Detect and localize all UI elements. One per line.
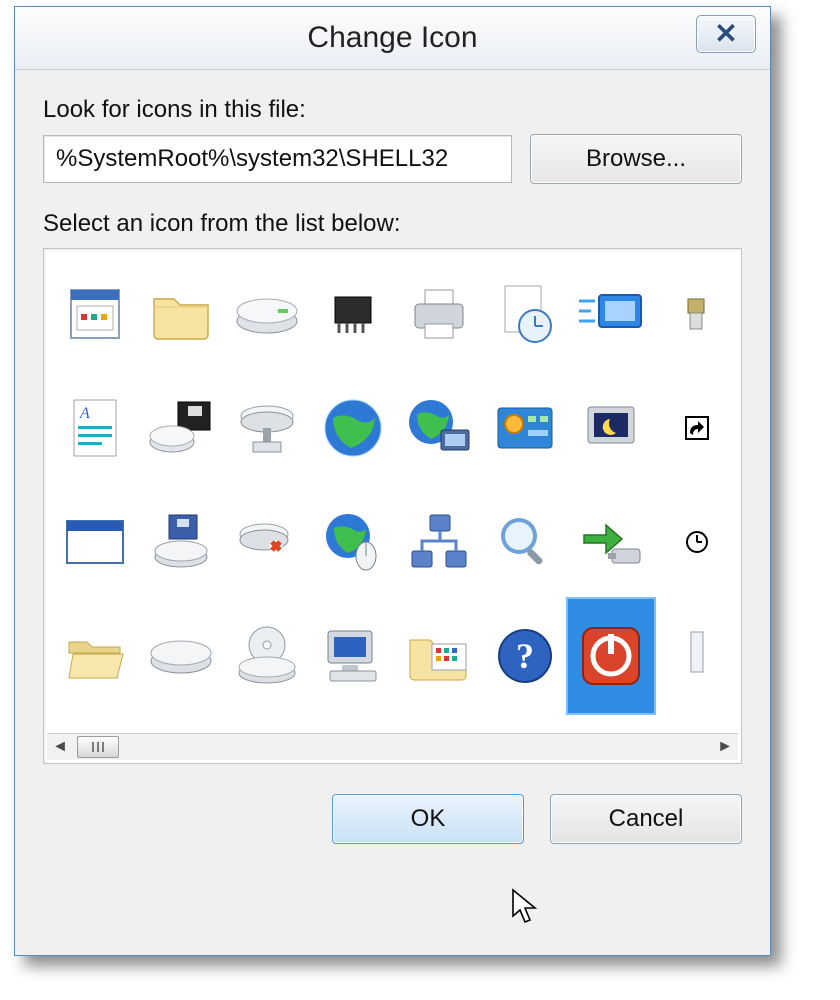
ok-button[interactable]: OK (332, 794, 524, 844)
titlebar: Change Icon ✕ (15, 7, 770, 70)
icon-printer[interactable] (396, 257, 482, 371)
icon-folder[interactable] (138, 257, 224, 371)
icon-drive-error[interactable] (224, 485, 310, 599)
icon-floppy-drive[interactable] (138, 371, 224, 485)
icon-folder-apps[interactable] (396, 599, 482, 713)
icon-open-folder[interactable] (52, 599, 138, 713)
icon-network[interactable] (396, 485, 482, 599)
icon-globe[interactable] (310, 371, 396, 485)
cancel-label: Cancel (609, 805, 684, 833)
look-for-label: Look for icons in this file: (43, 96, 742, 124)
icon-globe-pc[interactable] (396, 371, 482, 485)
icon-screen[interactable] (568, 257, 654, 371)
icon-network-drive[interactable] (224, 371, 310, 485)
icon-globe-mouse[interactable] (310, 485, 396, 599)
icon-path-input[interactable]: %SystemRoot%\system32\SHELL32 (43, 135, 512, 183)
scroll-left-arrow-icon[interactable]: ◄ (47, 736, 73, 758)
icon-search[interactable] (482, 485, 568, 599)
icon-computer[interactable] (310, 599, 396, 713)
icon-program-window[interactable] (52, 257, 138, 371)
icon-optical-drive[interactable] (224, 599, 310, 713)
icon-list: A (43, 248, 742, 764)
close-button[interactable]: ✕ (696, 15, 756, 53)
browse-button[interactable]: Browse... (530, 134, 742, 184)
ok-label: OK (411, 805, 446, 833)
scroll-thumb[interactable] (77, 736, 119, 758)
scroll-right-arrow-icon[interactable]: ► (712, 736, 738, 758)
icon-help[interactable]: ? (482, 599, 568, 713)
icon-cert[interactable] (654, 599, 740, 713)
icon-text-doc[interactable]: A (52, 371, 138, 485)
icon-screensaver[interactable] (568, 371, 654, 485)
icon-path-value: %SystemRoot%\system32\SHELL32 (56, 145, 448, 173)
icon-closed-drive[interactable] (138, 599, 224, 713)
icon-grid: A (52, 257, 741, 713)
icon-clock[interactable] (654, 485, 740, 599)
icon-power[interactable] (568, 599, 654, 713)
icon-drive-floppy[interactable] (138, 485, 224, 599)
icon-drive[interactable] (224, 257, 310, 371)
icon-usb-arrow[interactable] (568, 485, 654, 599)
icon-connector[interactable] (654, 257, 740, 371)
change-icon-dialog: Change Icon ✕ Look for icons in this fil… (14, 6, 771, 956)
icon-doc-clock[interactable] (482, 257, 568, 371)
icon-shortcut-arrow[interactable] (654, 371, 740, 485)
select-icon-label: Select an icon from the list below: (43, 210, 742, 238)
icon-control-panel[interactable] (482, 371, 568, 485)
path-row: %SystemRoot%\system32\SHELL32 Browse... (43, 134, 742, 184)
browse-label: Browse... (586, 145, 686, 173)
close-icon: ✕ (714, 20, 737, 48)
svg-text:?: ? (516, 636, 534, 676)
icon-chip[interactable] (310, 257, 396, 371)
svg-text:A: A (79, 405, 90, 422)
dialog-title: Change Icon (307, 21, 477, 55)
dialog-footer: OK Cancel (15, 764, 770, 844)
icon-blank-window[interactable] (52, 485, 138, 599)
dialog-body: Look for icons in this file: %SystemRoot… (15, 70, 770, 764)
horizontal-scrollbar[interactable]: ◄ ► (47, 733, 738, 760)
cancel-button[interactable]: Cancel (550, 794, 742, 844)
